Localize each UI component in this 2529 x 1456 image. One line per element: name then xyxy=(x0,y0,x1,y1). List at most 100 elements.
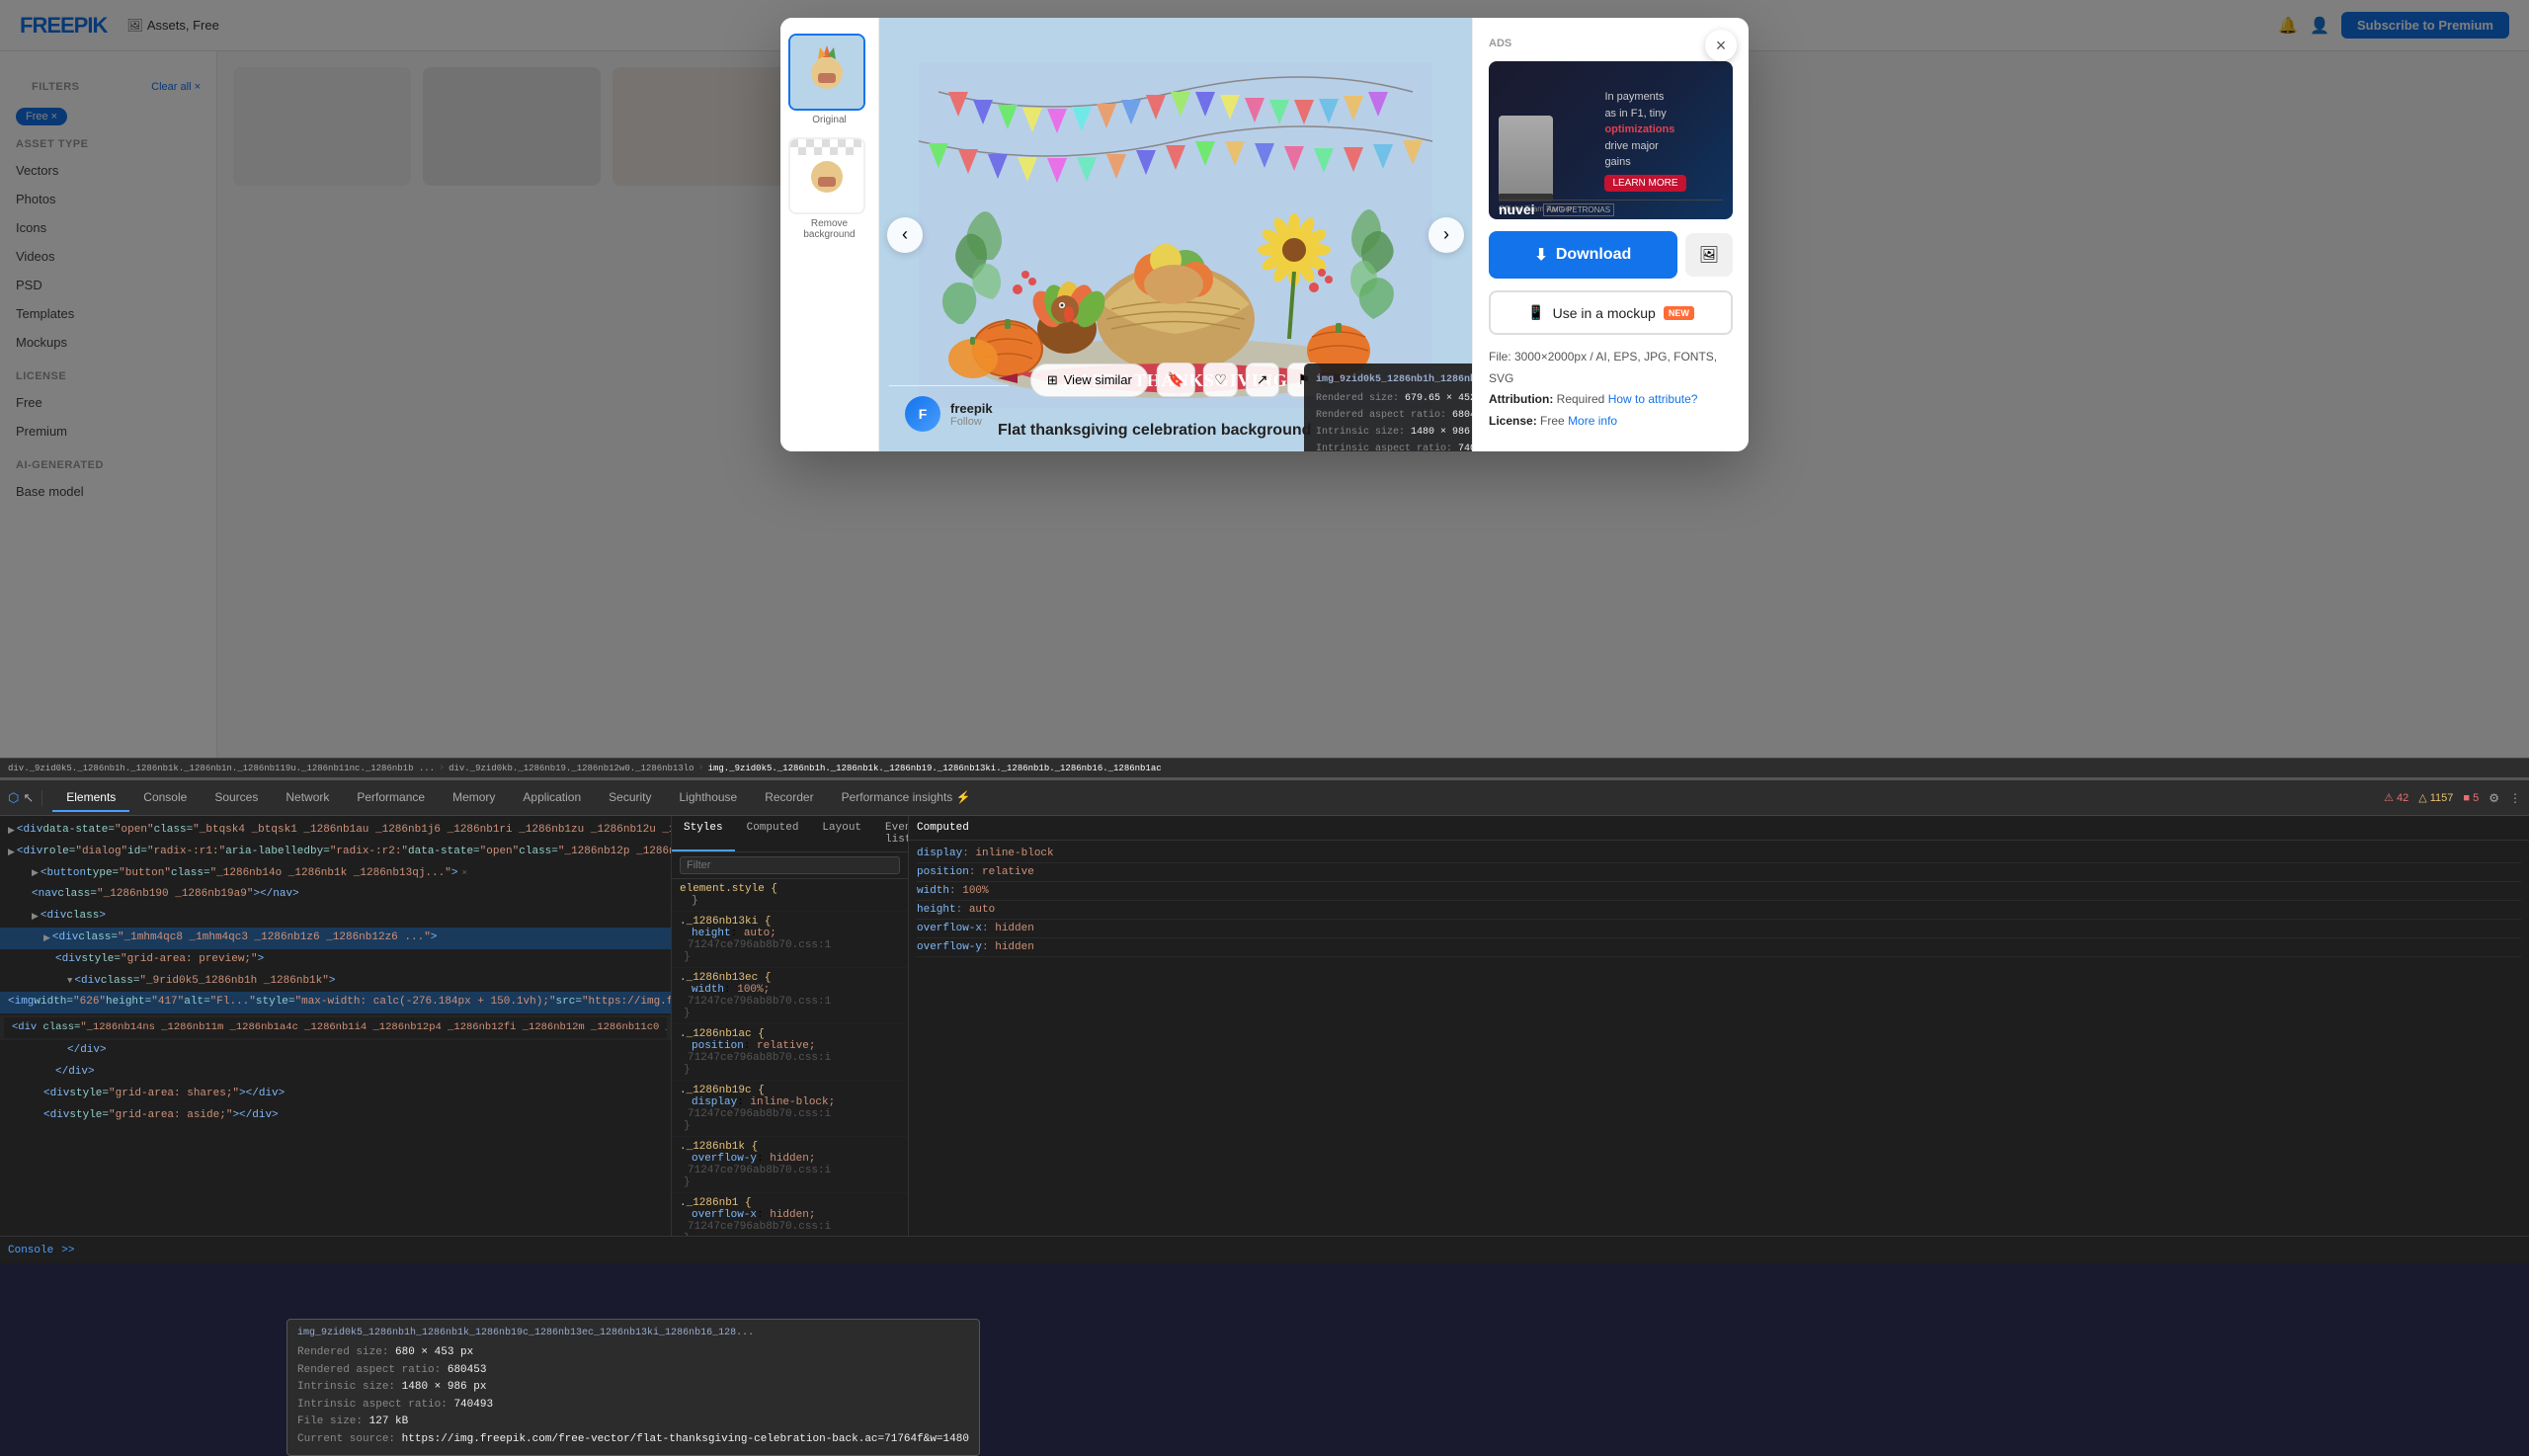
style-selector-2: ._1286nb13ec { xyxy=(680,972,900,984)
breadcrumb-div2[interactable]: div._9zid0kb._1286nb19._1286nb12w0._1286… xyxy=(449,764,693,773)
license-link[interactable]: More info xyxy=(1568,414,1617,428)
computed-prop-display: display: inline-block xyxy=(917,845,2521,863)
thumbnail-remove-bg-label: Remove background xyxy=(788,218,870,240)
style-close-4: } xyxy=(680,1120,900,1132)
devtools-elements-icon[interactable]: ⬡ xyxy=(8,790,19,806)
thanksgiving-image: HAPPY THANKSGIVING xyxy=(919,62,1432,408)
modal-image-title: Flat thanksgiving celebration background xyxy=(998,422,1311,440)
modal-next-button[interactable]: › xyxy=(1428,217,1464,253)
devtools-more-icon[interactable]: ⋮ xyxy=(2509,791,2521,805)
file-format: File: 3000×2000px / AI, EPS, JPG, FONTS,… xyxy=(1489,347,1733,389)
el-line-9[interactable]: <img width="626" height="417" alt="Fl...… xyxy=(0,992,671,1013)
style-source-3: 71247ce796ab8b70.css:i xyxy=(680,1052,900,1064)
breadcrumb-div1[interactable]: div._9zid0k5._1286nb1h._1286nb1k._1286nb… xyxy=(8,764,435,773)
download-button[interactable]: ⬇ Download xyxy=(1489,231,1677,279)
tooltip-aspect-ratio: Rendered aspect ratio: 680453 xyxy=(1316,407,1472,424)
ad-cta-button[interactable]: LEARN MORE xyxy=(1604,175,1685,192)
ad-banner[interactable]: In paymentsas in F1, tinyoptimizationsdr… xyxy=(1489,61,1733,219)
error-count: ⚠ 42 xyxy=(2384,791,2408,804)
devtools-tab-application[interactable]: Application xyxy=(509,784,595,812)
bookmark-button[interactable]: 🔖 xyxy=(1157,363,1195,397)
devtools-tab-console[interactable]: Console xyxy=(129,784,201,812)
style-rule-element: element.style { } xyxy=(672,879,908,912)
use-in-mockup-button[interactable]: 📱 Use in a mockup NEW xyxy=(1489,290,1733,335)
el-line-4[interactable]: <nav class="_1286nb190 _1286nb19a9" > </… xyxy=(0,884,671,906)
styles-filter-input[interactable] xyxy=(680,856,900,874)
style-source-1: 71247ce796ab8b70.css:1 xyxy=(680,939,900,951)
computed-panel: Computed display: inline-block position:… xyxy=(909,816,2529,1236)
download-options-button[interactable]: 🖼 xyxy=(1685,233,1733,277)
devtools-tab-recorder[interactable]: Recorder xyxy=(751,784,827,812)
download-label: Download xyxy=(1556,246,1631,264)
style-selector-3: ._1286nb1ac { xyxy=(680,1028,900,1040)
tooltip-intrinsic-size: Intrinsic size: 1480 × 986 px xyxy=(1316,424,1472,441)
follow-button[interactable]: Follow xyxy=(950,416,993,428)
el-line-1[interactable]: ▶ <div data-state="open" class="_btqsk4 … xyxy=(0,820,671,842)
mockup-icon: 📱 xyxy=(1527,304,1544,321)
tooltip-rendered-size: Rendered size: 679.65 × 452.8 xyxy=(1316,390,1472,407)
devtools-tab-perf-insights[interactable]: Performance insights ⚡ xyxy=(828,784,985,812)
devtools-panel: ⬡ ↖ Elements Console Sources Network Per… xyxy=(0,777,2529,1263)
modal-close-button[interactable]: × xyxy=(1705,30,1737,61)
devtools-toolbar: ⬡ ↖ Elements Console Sources Network Per… xyxy=(0,780,2529,816)
el-line-10[interactable]: </div> xyxy=(0,1040,671,1062)
view-similar-icon: ⊞ xyxy=(1047,372,1058,388)
devtools-tab-memory[interactable]: Memory xyxy=(439,784,509,812)
style-source-2: 71247ce796ab8b70.css:1 xyxy=(680,996,900,1008)
el-line-11[interactable]: </div> xyxy=(0,1062,671,1084)
console-prompt: >> xyxy=(61,1245,74,1256)
el-line-13[interactable]: <div style="grid-area: aside;" > </div> xyxy=(0,1105,671,1127)
image-inspect-tooltip: img_9zid0k5_1286nb1h_1286nb1k_1286nb19c_… xyxy=(1304,364,1472,451)
devtools-settings-icon[interactable]: ⚙ xyxy=(2488,791,2499,805)
devtools-tab-network[interactable]: Network xyxy=(272,784,343,812)
el-line-3[interactable]: ▶ <button type="button" class="_1286nb14… xyxy=(0,863,671,885)
thumbnail-remove-bg[interactable] xyxy=(788,137,865,214)
style-prop-6: overflow-x: hidden; xyxy=(680,1209,900,1221)
style-prop-5: overflow-y: hidden; xyxy=(680,1153,900,1165)
tab-layout[interactable]: Layout xyxy=(810,816,873,851)
console-bar: Console >> xyxy=(0,1236,2529,1263)
style-selector-6: ._1286nb1 { xyxy=(680,1197,900,1209)
styles-panel: Styles Computed Layout Event listeners e… xyxy=(672,816,909,1236)
like-button[interactable]: ♡ xyxy=(1203,363,1238,397)
tab-event-listeners[interactable]: Event listeners xyxy=(873,816,909,851)
el-line-5[interactable]: ▶ <div class> xyxy=(0,906,671,928)
mockup-label: Use in a mockup xyxy=(1553,305,1656,321)
devtools-tab-performance[interactable]: Performance xyxy=(343,784,439,812)
el-line-2[interactable]: ▶ <div role="dialog" id="radix-:r1:" ari… xyxy=(0,842,671,863)
style-selector-5: ._1286nb1k { xyxy=(680,1141,900,1153)
devtools-tab-sources[interactable]: Sources xyxy=(201,784,272,812)
html-source-line: <div class="_1286nb14ns _1286nb11m _1286… xyxy=(0,1015,671,1040)
style-prop-3: position: relative; xyxy=(680,1040,900,1052)
warning-count: △ 1157 xyxy=(2418,791,2453,804)
el-line-7[interactable]: <div style="grid-area: preview;" > xyxy=(0,949,671,971)
el-line-8[interactable]: ▼ <div class="_9rid0k5_1286nb1h _1286nb1… xyxy=(0,971,671,993)
modal-prev-button[interactable]: ‹ xyxy=(887,217,923,253)
devtools-tab-lighthouse[interactable]: Lighthouse xyxy=(666,784,752,812)
new-badge: NEW xyxy=(1664,306,1694,320)
view-similar-button[interactable]: ⊞ View similar xyxy=(1030,364,1149,397)
computed-prop-overflow-y: overflow-y: hidden xyxy=(917,938,2521,957)
tab-computed[interactable]: Computed xyxy=(735,816,811,851)
el-line-6[interactable]: ▶ <div class="_1mhm4qc8 _1mhm4qc3 _1286n… xyxy=(0,928,671,949)
console-tab-label[interactable]: Console xyxy=(8,1245,53,1256)
computed-prop-width: width: 100% xyxy=(917,882,2521,901)
devtools-tab-security[interactable]: Security xyxy=(595,784,665,812)
style-selector-element: element.style { xyxy=(680,883,900,895)
tab-styles[interactable]: Styles xyxy=(672,816,735,851)
error-count-2: ■ 5 xyxy=(2463,792,2479,804)
share-button[interactable]: ↗ xyxy=(1246,363,1279,397)
thumbnail-original-label: Original xyxy=(788,115,870,125)
modal-dialog: × Original xyxy=(780,18,1749,451)
styles-tab-bar: Styles Computed Layout Event listeners xyxy=(672,816,908,852)
computed-prop-overflow-x: overflow-x: hidden xyxy=(917,920,2521,938)
image-actions-bar: ⊞ View similar 🔖 ♡ ↗ ⚑ xyxy=(1030,363,1321,397)
thumbnail-original[interactable] xyxy=(788,34,865,111)
breadcrumb-img[interactable]: img._9zid0k5._1286nb1h._1286nb1k._1286nb… xyxy=(708,764,1162,773)
attribution-link[interactable]: How to attribute? xyxy=(1608,392,1698,406)
style-source-5: 71247ce796ab8b70.css:i xyxy=(680,1165,900,1176)
devtools-pointer-icon[interactable]: ↖ xyxy=(23,790,34,806)
creator-name[interactable]: freepik xyxy=(950,401,993,416)
el-line-12[interactable]: <div style="grid-area: shares;" > </div> xyxy=(0,1084,671,1105)
devtools-tab-elements[interactable]: Elements xyxy=(52,784,129,812)
